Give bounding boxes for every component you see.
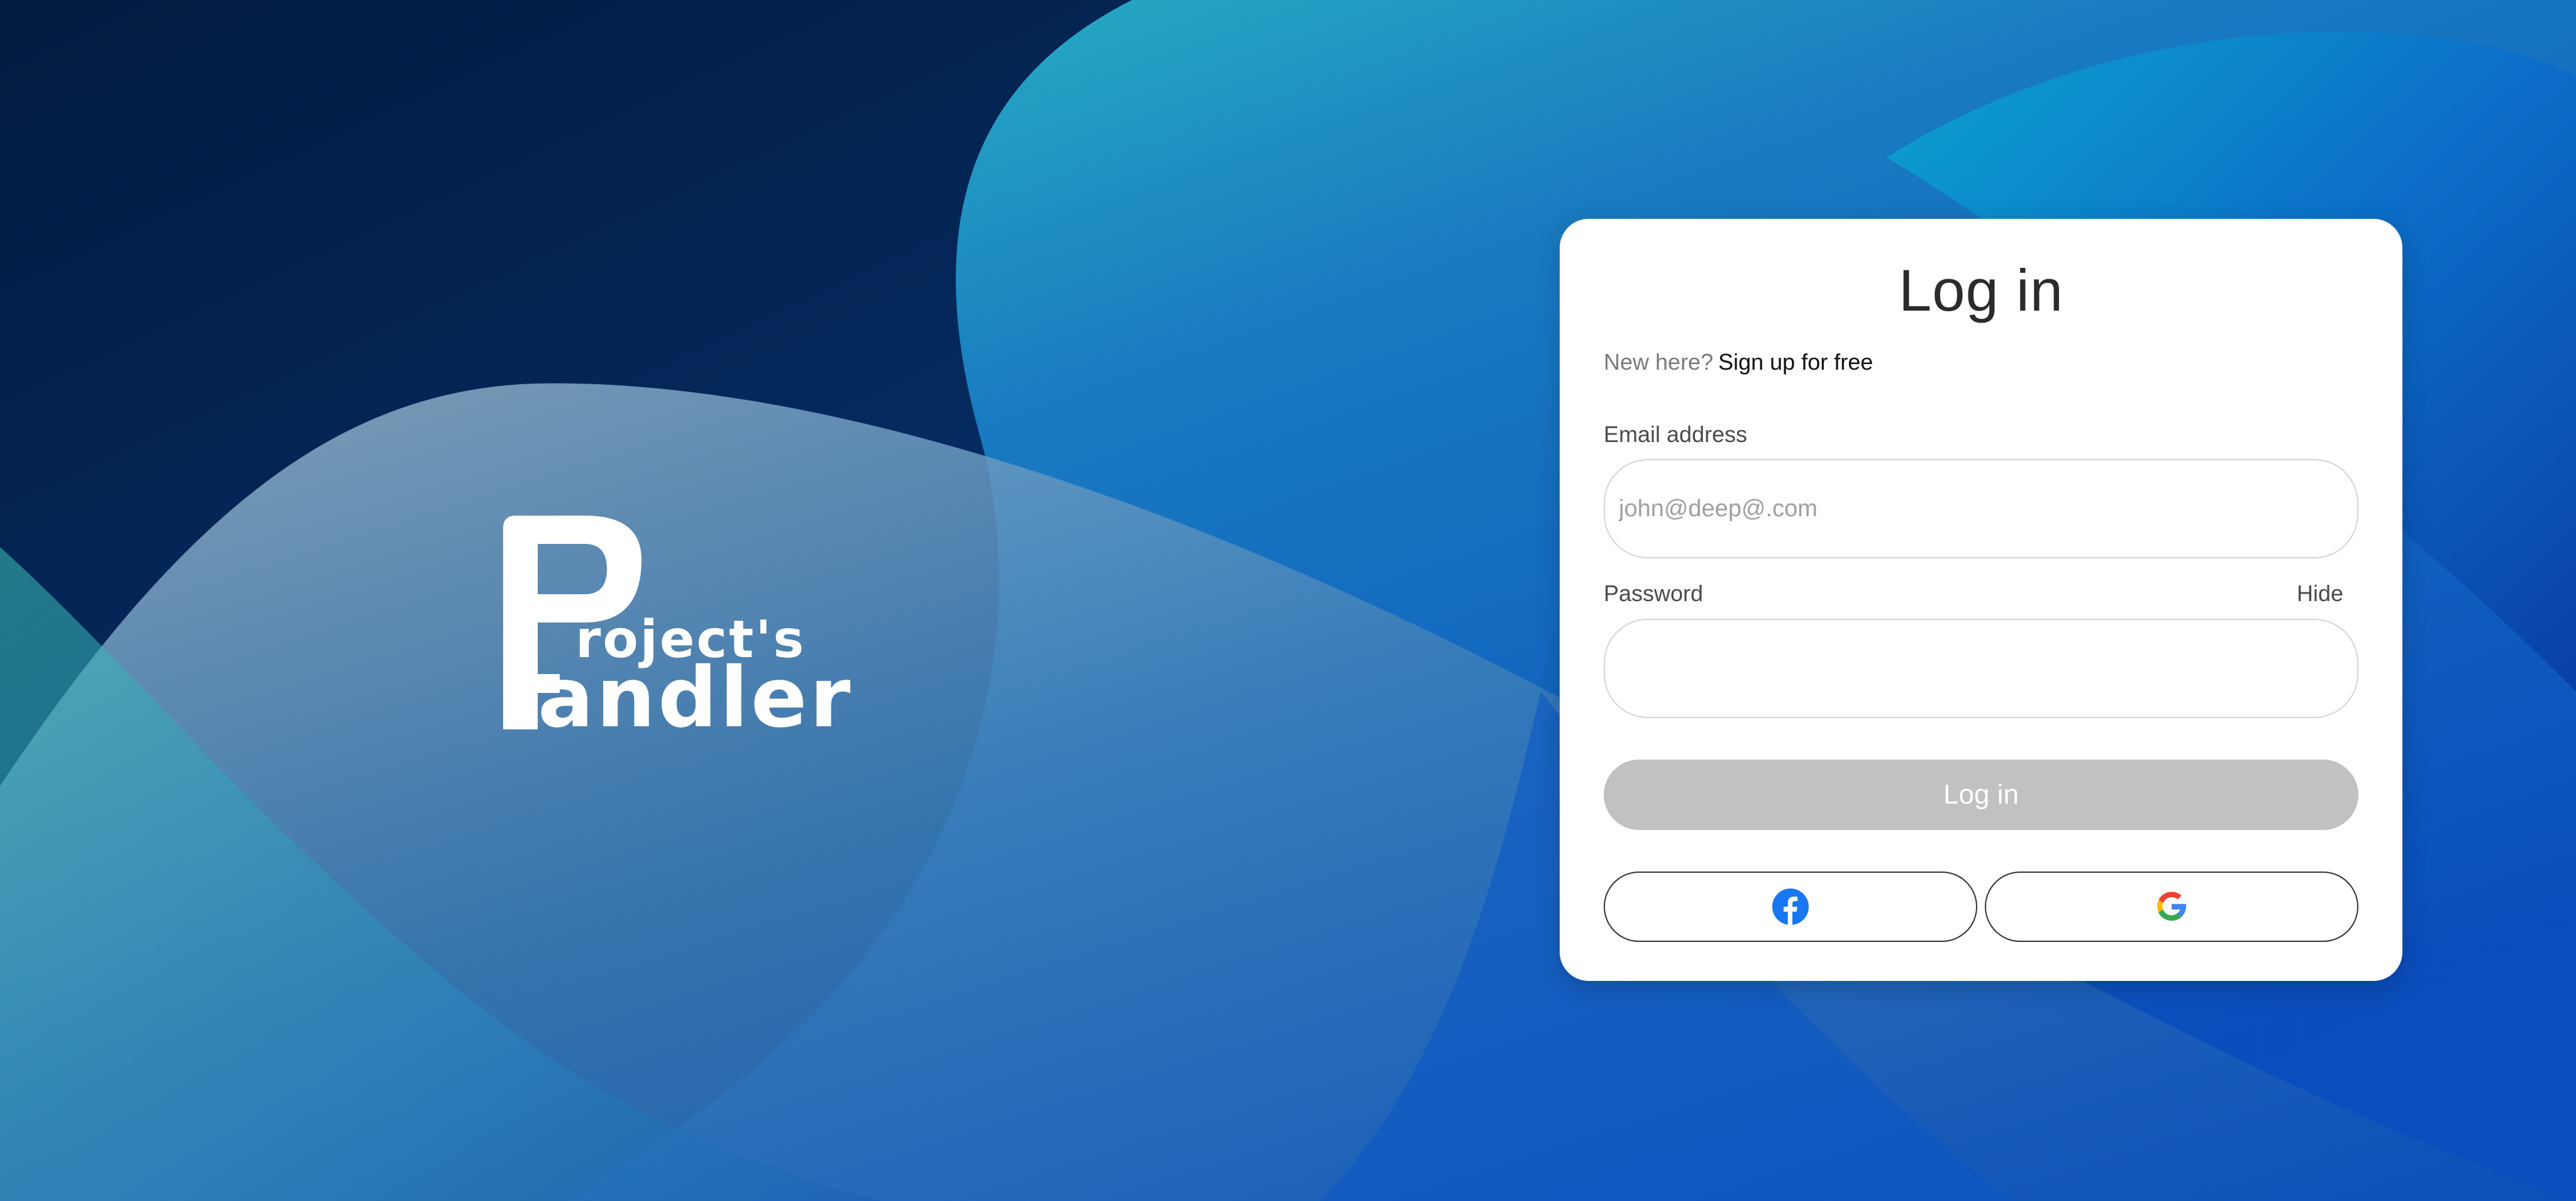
signup-prompt: New here? Sign up for free bbox=[1604, 349, 1873, 375]
email-field[interactable] bbox=[1604, 459, 2358, 558]
google-login-button[interactable] bbox=[1985, 872, 2358, 942]
facebook-icon bbox=[1772, 888, 1809, 925]
logo-line-2: andler bbox=[538, 650, 853, 729]
projects-handler-logo: roject's andler bbox=[503, 516, 893, 746]
login-button[interactable]: Log in bbox=[1604, 760, 2358, 830]
google-icon bbox=[2157, 892, 2187, 921]
page-title: Log in bbox=[1898, 257, 2064, 323]
facebook-login-button[interactable] bbox=[1604, 872, 1977, 942]
new-here-text: New here? bbox=[1604, 349, 1714, 375]
password-visibility-toggle[interactable]: Hide bbox=[2297, 580, 2343, 607]
signup-link[interactable]: Sign up for free bbox=[1718, 349, 1873, 375]
password-label: Password bbox=[1604, 580, 1704, 606]
password-field[interactable] bbox=[1604, 619, 2358, 718]
email-label: Email address bbox=[1604, 421, 1748, 447]
login-page: roject's andler Log in New here? Sign up … bbox=[0, 0, 2576, 1201]
login-card: Log in New here? Sign up for free Email a… bbox=[1560, 219, 2402, 981]
